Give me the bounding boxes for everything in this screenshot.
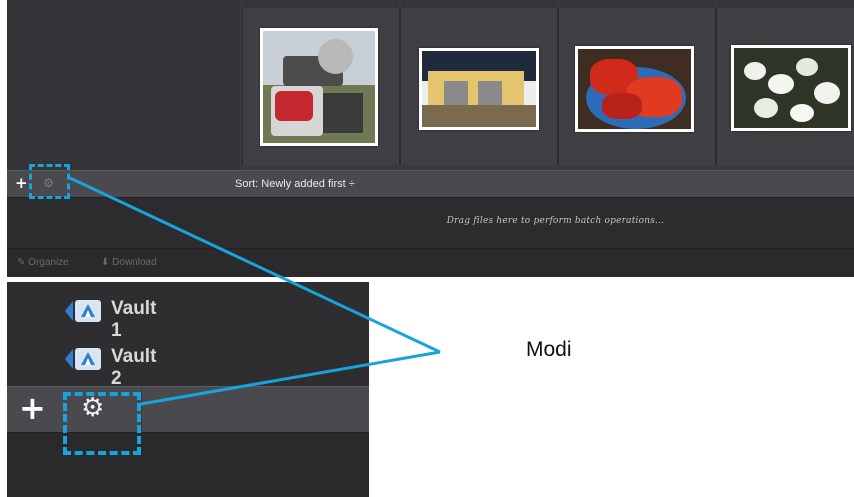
sidebar — [7, 0, 240, 170]
sidebar-toolbar: + ⚙ Sort: Newly added first ÷ — [7, 170, 854, 198]
vault-label: Vault 2 — [111, 346, 157, 389]
organize-button[interactable]: ✎ Organize — [17, 257, 69, 268]
sort-dropdown[interactable]: Sort: Newly added first ÷ — [235, 178, 355, 190]
thumbnail-cell — [242, 0, 400, 165]
plus-icon[interactable]: + — [19, 392, 46, 424]
app-window-top: + ⚙ Sort: Newly added first ÷ Drag files… — [7, 0, 854, 277]
thumbnail[interactable] — [575, 46, 694, 132]
zoom-toolbar: + ⚙ — [7, 386, 369, 433]
vault-icon — [65, 348, 101, 370]
download-button[interactable]: ⬇ Download — [101, 257, 157, 268]
thumbnail[interactable] — [731, 45, 851, 131]
download-label: Download — [112, 257, 157, 268]
zoom-bottom-area — [7, 433, 369, 497]
download-icon: ⬇ — [101, 257, 110, 268]
vault-icon — [65, 300, 101, 322]
highlight-box-large — [63, 392, 141, 455]
drop-zone-message: Drag files here to perform batch operati… — [446, 216, 665, 226]
wrench-icon: ✎ — [17, 257, 26, 268]
chevron-updown-icon: ÷ — [348, 178, 355, 190]
sort-value: Newly added first — [261, 178, 346, 190]
thumbnail-cell — [716, 0, 854, 165]
thumbnail-grid — [240, 0, 854, 170]
thumbnail[interactable] — [260, 28, 378, 146]
bottom-bar: ✎ Organize ⬇ Download — [7, 248, 854, 277]
sort-label: Sort: — [235, 178, 259, 190]
divider — [141, 387, 142, 433]
organize-label: Organize — [28, 257, 69, 268]
thumbnail-cell — [558, 0, 716, 165]
highlight-box-small — [29, 164, 70, 199]
batch-drop-zone[interactable]: Drag files here to perform batch operati… — [7, 198, 854, 248]
plus-icon[interactable]: + — [15, 174, 28, 192]
callout-label: Modi — [526, 338, 572, 361]
thumbnail[interactable] — [419, 48, 539, 130]
vault-label: Vault 1 — [111, 298, 157, 341]
zoom-panel: Vault 1 Vault 2 + ⚙ — [7, 282, 369, 497]
thumbnail-cell — [400, 0, 558, 165]
